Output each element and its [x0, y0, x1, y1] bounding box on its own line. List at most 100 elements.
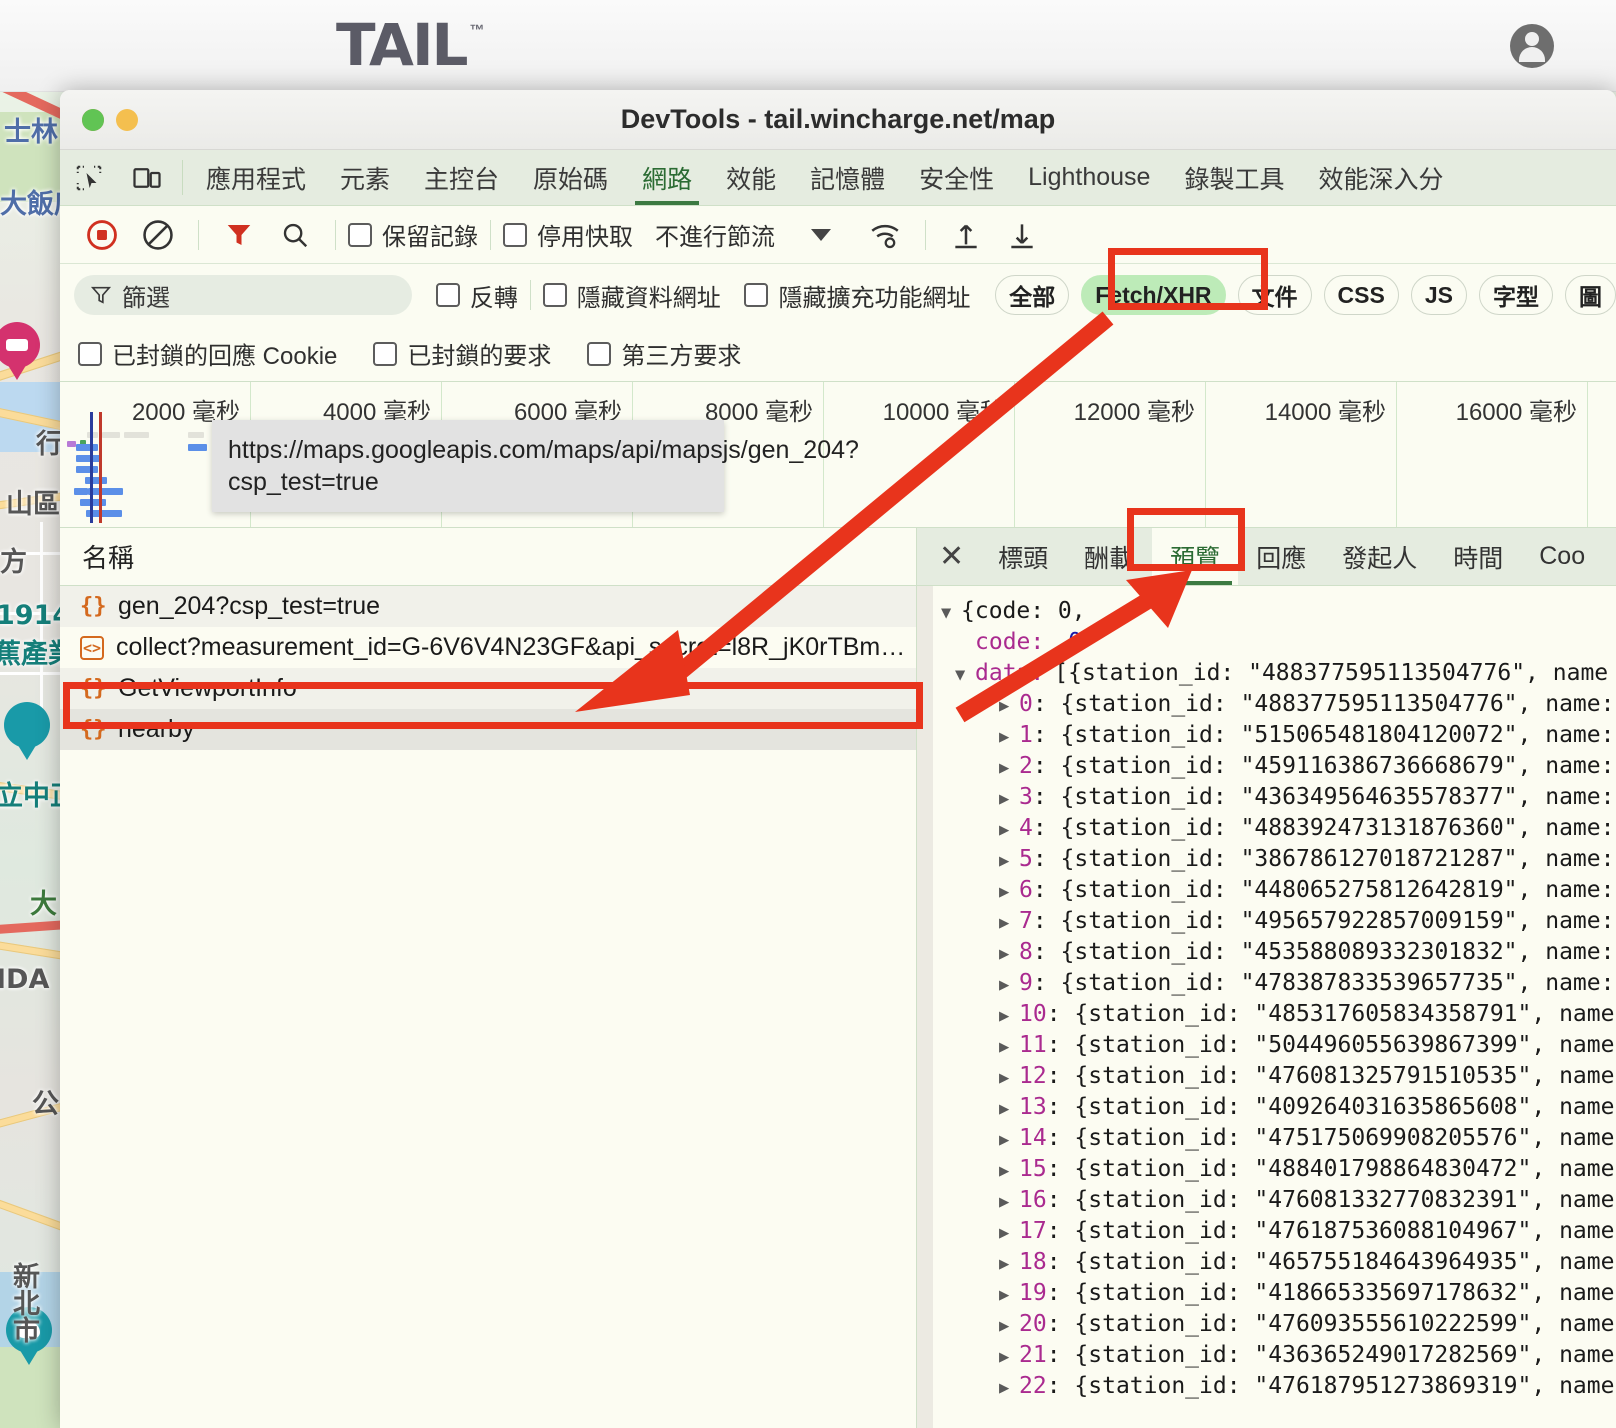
- chevron-right-icon[interactable]: [999, 1216, 1019, 1249]
- third-party-requests-checkbox[interactable]: 第三方要求: [587, 336, 741, 371]
- json-station-row[interactable]: 10: {station_id: "485317605834358791", n…: [917, 999, 1616, 1030]
- tab-preview[interactable]: 預覽: [1152, 528, 1239, 585]
- chevron-right-icon[interactable]: [999, 844, 1019, 877]
- invert-checkbox[interactable]: 反轉: [435, 278, 518, 313]
- json-data-row[interactable]: data: [{station_id: "488377595113504776",…: [917, 658, 1616, 689]
- json-station-row[interactable]: 7: {station_id: "495657922857009159", na…: [917, 906, 1616, 937]
- inspect-element-icon[interactable]: [60, 150, 118, 205]
- tab-cookies[interactable]: Coo: [1521, 528, 1603, 585]
- request-table-header[interactable]: 名稱: [60, 528, 916, 586]
- wifi-settings-icon[interactable]: [857, 214, 913, 256]
- blocked-response-cookies-checkbox[interactable]: 已封鎖的回應 Cookie: [78, 336, 337, 371]
- json-station-row[interactable]: 15: {station_id: "488401798864830472", n…: [917, 1154, 1616, 1185]
- tab-timing[interactable]: 時間: [1435, 528, 1521, 585]
- json-station-row[interactable]: 2: {station_id: "459116386736668679", na…: [917, 751, 1616, 782]
- json-station-row[interactable]: 9: {station_id: "478387833539657735", na…: [917, 968, 1616, 999]
- chevron-right-icon[interactable]: [999, 1092, 1019, 1125]
- json-station-row[interactable]: 20: {station_id: "476093555610222599", n…: [917, 1309, 1616, 1340]
- chevron-right-icon[interactable]: [999, 782, 1019, 815]
- hide-data-urls-checkbox[interactable]: 隱藏資料網址: [542, 278, 721, 313]
- throttling-select-value[interactable]: 不進行節流: [655, 217, 775, 252]
- json-station-row[interactable]: 18: {station_id: "465755184643964935", n…: [917, 1247, 1616, 1278]
- type-chip-all[interactable]: 全部: [995, 275, 1070, 315]
- filter-input[interactable]: 篩選: [74, 275, 413, 315]
- json-station-row[interactable]: 13: {station_id: "409264031635865608", n…: [917, 1092, 1616, 1123]
- chevron-right-icon[interactable]: [999, 999, 1019, 1032]
- tab-sources[interactable]: 原始碼: [516, 150, 625, 205]
- json-station-row[interactable]: 14: {station_id: "475175069908205576", n…: [917, 1123, 1616, 1154]
- json-station-row[interactable]: 21: {station_id: "436365249017282569", n…: [917, 1340, 1616, 1371]
- json-station-rows[interactable]: 0: {station_id: "488377595113504776", na…: [917, 689, 1616, 1402]
- chevron-down-icon[interactable]: [811, 228, 831, 241]
- network-overview-timeline[interactable]: 2000 毫秒 4000 毫秒 6000 毫秒 8000 毫秒 10000 毫秒…: [60, 382, 1616, 528]
- type-chip-font[interactable]: 字型: [1478, 275, 1553, 315]
- chevron-right-icon[interactable]: [999, 1154, 1019, 1187]
- json-station-row[interactable]: 5: {station_id: "386786127018721287", na…: [917, 844, 1616, 875]
- chevron-right-icon[interactable]: [999, 968, 1019, 1001]
- json-station-row[interactable]: 17: {station_id: "476187536088104967", n…: [917, 1216, 1616, 1247]
- json-station-row[interactable]: 22: {station_id: "476187951273869319", n…: [917, 1371, 1616, 1402]
- tab-performance-insights[interactable]: 效能深入分: [1301, 150, 1460, 205]
- tab-console[interactable]: 主控台: [407, 150, 516, 205]
- chevron-right-icon[interactable]: [999, 937, 1019, 970]
- chevron-right-icon[interactable]: [999, 1123, 1019, 1156]
- json-station-row[interactable]: 6: {station_id: "448065275812642819", na…: [917, 875, 1616, 906]
- tab-headers[interactable]: 標頭: [980, 528, 1066, 585]
- chevron-right-icon[interactable]: [999, 1340, 1019, 1373]
- chevron-right-icon[interactable]: [999, 1061, 1019, 1094]
- search-icon[interactable]: [267, 214, 323, 256]
- upload-arrow-icon[interactable]: [938, 214, 994, 256]
- table-row[interactable]: {} gen_204?csp_test=true: [60, 586, 916, 627]
- device-toolbar-icon[interactable]: [118, 150, 176, 205]
- table-row[interactable]: {} GetViewportInfo: [60, 668, 916, 709]
- filter-funnel-icon[interactable]: [211, 214, 267, 256]
- tail-logo[interactable]: TAIL ™: [336, 16, 485, 74]
- json-station-row[interactable]: 0: {station_id: "488377595113504776", na…: [917, 689, 1616, 720]
- chevron-right-icon[interactable]: [999, 875, 1019, 908]
- type-chip-fetch-xhr[interactable]: Fetch/XHR: [1081, 275, 1226, 315]
- chevron-right-icon[interactable]: [999, 689, 1019, 722]
- tab-performance[interactable]: 效能: [709, 150, 793, 205]
- chevron-right-icon[interactable]: [999, 1309, 1019, 1342]
- chevron-right-icon[interactable]: [999, 1247, 1019, 1280]
- type-chip-doc[interactable]: 文件: [1237, 275, 1312, 315]
- type-chip-css[interactable]: CSS: [1323, 275, 1399, 315]
- type-chip-img[interactable]: 圖: [1564, 275, 1616, 315]
- chevron-right-icon[interactable]: [999, 751, 1019, 784]
- type-chip-js[interactable]: JS: [1410, 275, 1467, 315]
- chevron-down-icon[interactable]: [941, 596, 961, 629]
- json-station-row[interactable]: 12: {station_id: "476081325791510535", n…: [917, 1061, 1616, 1092]
- tab-payload[interactable]: 酬載: [1066, 528, 1152, 585]
- tab-initiator[interactable]: 發起人: [1324, 528, 1435, 585]
- chevron-right-icon[interactable]: [999, 720, 1019, 753]
- account-circle-icon[interactable]: [1510, 24, 1554, 68]
- table-row[interactable]: <> collect?measurement_id=G-6V6V4N23GF&a…: [60, 627, 916, 668]
- chevron-right-icon[interactable]: [999, 1278, 1019, 1311]
- json-station-row[interactable]: 19: {station_id: "418665335697178632", n…: [917, 1278, 1616, 1309]
- chevron-right-icon[interactable]: [999, 1185, 1019, 1218]
- hide-extension-urls-checkbox[interactable]: 隱藏擴充功能網址: [744, 278, 970, 313]
- json-station-row[interactable]: 16: {station_id: "476081332770832391", n…: [917, 1185, 1616, 1216]
- request-list[interactable]: {} gen_204?csp_test=true <> collect?meas…: [60, 586, 916, 1428]
- tab-application[interactable]: 應用程式: [189, 150, 323, 205]
- tab-elements[interactable]: 元素: [323, 150, 407, 205]
- disable-cache-checkbox[interactable]: 停用快取: [503, 217, 633, 252]
- tab-memory[interactable]: 記憶體: [793, 150, 902, 205]
- tab-security[interactable]: 安全性: [902, 150, 1011, 205]
- chevron-down-icon[interactable]: [955, 658, 975, 691]
- tab-recorder[interactable]: 錄製工具: [1167, 150, 1301, 205]
- map-pin-museum[interactable]: [4, 702, 50, 762]
- close-icon[interactable]: ✕: [917, 528, 980, 585]
- map-pin-hotel[interactable]: [0, 322, 40, 382]
- json-station-row[interactable]: 1: {station_id: "515065481804120072", na…: [917, 720, 1616, 751]
- record-stop-icon[interactable]: [74, 214, 130, 256]
- json-station-row[interactable]: 11: {station_id: "504496055639867399", n…: [917, 1030, 1616, 1061]
- json-station-row[interactable]: 4: {station_id: "488392473131876360", na…: [917, 813, 1616, 844]
- tab-network[interactable]: 網路: [625, 150, 709, 205]
- json-root-row[interactable]: {code: 0,: [917, 596, 1616, 627]
- table-row-nearby[interactable]: {} nearby: [60, 709, 916, 750]
- tab-lighthouse[interactable]: Lighthouse: [1011, 150, 1167, 205]
- blocked-requests-checkbox[interactable]: 已封鎖的要求: [373, 336, 551, 371]
- tab-response[interactable]: 回應: [1238, 528, 1324, 585]
- chevron-right-icon[interactable]: [999, 813, 1019, 846]
